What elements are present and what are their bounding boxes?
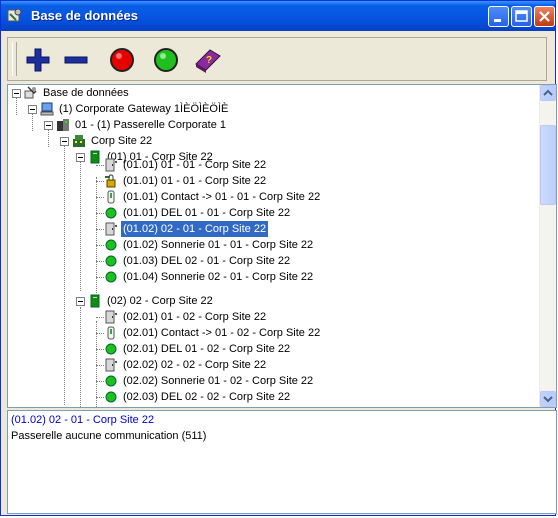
tree-branch	[96, 181, 104, 182]
status-selected-item: (01.02) 02 - 01 - Corp Site 22	[11, 414, 155, 426]
tree-branch	[96, 349, 104, 350]
chevron-down-icon	[543, 396, 553, 403]
status-panel: (01.02) 02 - 01 - Corp Site 22 Passerell…	[7, 410, 557, 514]
green-led-icon	[105, 207, 117, 219]
collapse-toggle[interactable]	[60, 137, 69, 146]
collapse-toggle[interactable]	[44, 121, 53, 130]
chevron-up-icon	[543, 89, 553, 96]
scroll-up-button[interactable]	[540, 85, 556, 101]
minimize-button[interactable]	[488, 6, 509, 27]
collapse-toggle[interactable]	[76, 297, 85, 306]
green-led-icon	[105, 271, 117, 283]
tree-guide	[64, 145, 65, 405]
door-icon	[105, 222, 117, 236]
plus-icon[interactable]	[22, 44, 54, 76]
tree-guide	[16, 97, 17, 115]
tree-branch	[96, 165, 104, 166]
site-icon	[73, 135, 85, 147]
tree-guide	[80, 307, 81, 407]
door-icon	[105, 158, 117, 172]
tree-guide	[32, 113, 33, 131]
close-button[interactable]	[534, 6, 555, 27]
tree-branch	[96, 245, 104, 246]
computer-icon	[40, 102, 54, 116]
vertical-scrollbar[interactable]	[539, 85, 556, 407]
minimize-icon	[494, 19, 501, 22]
tree-branch	[96, 277, 104, 278]
tree-guide	[48, 129, 49, 147]
toolbar-grip[interactable]	[12, 42, 17, 76]
green-led-icon	[105, 239, 117, 251]
door-icon	[105, 310, 117, 324]
collapse-toggle[interactable]	[28, 105, 37, 114]
help-book-icon[interactable]: ?	[192, 44, 224, 76]
green-circle-icon[interactable]	[150, 44, 182, 76]
tree-view[interactable]: Base de données (1) Corporate Gateway 1Ì…	[7, 84, 557, 408]
green-led-icon	[105, 391, 117, 403]
minus-icon[interactable]	[60, 44, 92, 76]
collapse-toggle[interactable]	[76, 153, 85, 162]
door-icon	[105, 358, 117, 372]
green-led-icon	[105, 343, 117, 355]
scroll-down-button[interactable]	[540, 391, 556, 407]
lock-key-icon	[105, 174, 116, 188]
tree-guide	[96, 177, 97, 293]
tree-guide	[80, 161, 81, 291]
red-circle-icon[interactable]	[106, 44, 138, 76]
tree-branch	[96, 229, 104, 230]
contact-icon	[107, 326, 115, 340]
database-app-icon	[7, 8, 22, 22]
svg-text:?: ?	[206, 55, 212, 66]
collapse-toggle[interactable]	[12, 89, 21, 98]
contact-icon	[107, 190, 115, 204]
tree-branch	[96, 397, 104, 398]
tree-branch	[96, 197, 104, 198]
app-window: Base de données ? Base de données (1) Co…	[0, 0, 557, 516]
tree-branch	[96, 261, 104, 262]
tree-branch	[96, 333, 104, 334]
window-title: Base de données	[31, 8, 138, 23]
green-module-icon	[90, 150, 100, 164]
green-led-icon	[105, 375, 117, 387]
scroll-thumb[interactable]	[540, 125, 556, 205]
close-icon	[539, 11, 550, 22]
tree-branch	[96, 381, 104, 382]
status-message: Passerelle aucune communication (511)	[11, 430, 207, 442]
tree-branch	[96, 213, 104, 214]
toolbar: ?	[7, 37, 547, 81]
green-led-icon	[105, 255, 117, 267]
title-bar[interactable]: Base de données	[1, 1, 555, 31]
green-module-icon	[90, 294, 100, 308]
tree-branch	[96, 365, 104, 366]
gateway-icon	[57, 119, 69, 131]
maximize-icon	[515, 10, 528, 22]
tree-branch	[96, 317, 104, 318]
maximize-button[interactable]	[511, 6, 532, 27]
database-tools-icon	[24, 86, 37, 99]
